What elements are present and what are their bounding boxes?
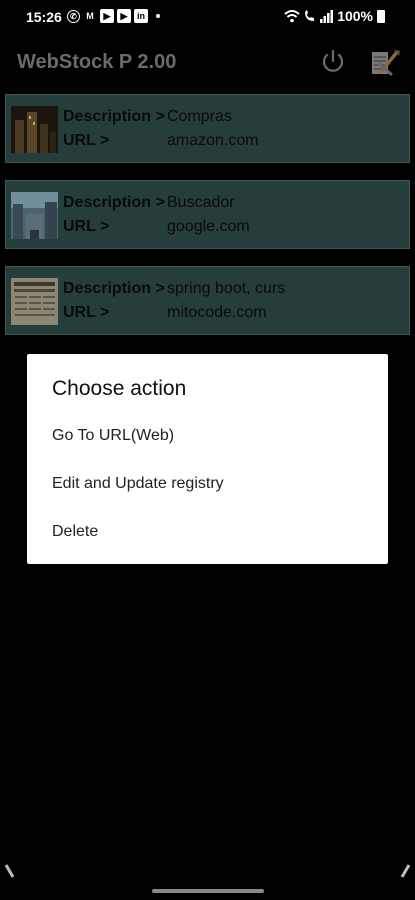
more-notifications-dot xyxy=(156,14,160,18)
power-button[interactable] xyxy=(318,46,348,76)
description-label: Description > xyxy=(63,194,165,211)
dialog-item-label: Delete xyxy=(52,523,99,540)
list-item[interactable]: Description > Buscador URL > google.com xyxy=(5,180,410,249)
call-icon xyxy=(305,9,315,21)
youtube-icon: ▶ xyxy=(100,9,114,23)
gmail-icon: M xyxy=(86,11,94,21)
url-value: mitocode.com xyxy=(167,304,267,321)
entry-url: URL > amazon.com xyxy=(63,132,259,150)
url-value: amazon.com xyxy=(167,132,259,149)
entry-thumbnail xyxy=(11,278,58,325)
choose-action-dialog: Choose action Go To URL(Web) Edit and Up… xyxy=(27,354,388,564)
youtube-icon: ▶ xyxy=(117,9,131,23)
status-time: 15:26 xyxy=(26,9,62,25)
list-item[interactable]: Description > spring boot, curs URL > mito… xyxy=(5,266,410,335)
app-bar: WebStock P 2.00 xyxy=(0,34,415,90)
tools-icon xyxy=(372,50,400,76)
power-icon xyxy=(322,49,344,72)
entry-description: Description > spring boot, curs xyxy=(63,280,285,298)
tools-button[interactable] xyxy=(369,46,403,78)
list-item[interactable]: Description > Compras URL > amazon.com xyxy=(5,94,410,163)
url-label: URL > xyxy=(63,304,110,321)
description-value: Buscador xyxy=(167,194,235,211)
url-value: google.com xyxy=(167,218,250,235)
dialog-item-delete[interactable]: Delete xyxy=(27,512,388,552)
entry-description: Description > Compras xyxy=(63,108,232,126)
notification-icons: ✆ M ▶ ▶ in xyxy=(67,9,160,23)
description-value: Compras xyxy=(167,108,232,125)
linkedin-icon: in xyxy=(134,9,148,23)
battery-icon xyxy=(377,9,385,23)
home-gesture-bar[interactable] xyxy=(152,889,264,893)
dialog-item-go-to-url[interactable]: Go To URL(Web) xyxy=(27,416,388,456)
url-label: URL > xyxy=(63,218,110,235)
wifi-icon xyxy=(284,9,300,22)
description-label: Description > xyxy=(63,108,165,125)
description-label: Description > xyxy=(63,280,165,297)
signal-icon xyxy=(320,9,334,23)
url-label: URL > xyxy=(63,132,110,149)
status-right: 100% xyxy=(284,8,385,24)
entry-url: URL > mitocode.com xyxy=(63,304,267,322)
entry-url: URL > google.com xyxy=(63,218,250,236)
dialog-item-label: Go To URL(Web) xyxy=(52,427,175,444)
entry-description: Description > Buscador xyxy=(63,194,235,212)
entry-thumbnail xyxy=(11,192,58,239)
dialog-item-label: Edit and Update registry xyxy=(52,475,224,492)
entry-thumbnail xyxy=(11,106,58,153)
whatsapp-icon: ✆ xyxy=(67,9,80,23)
status-bar: 15:26 ✆ M ▶ ▶ in 100% xyxy=(0,0,415,34)
battery-percent: 100% xyxy=(337,8,373,24)
description-value: spring boot, curs xyxy=(167,280,286,297)
app-title: WebStock P 2.00 xyxy=(17,51,177,73)
dialog-title: Choose action xyxy=(52,377,187,400)
dialog-item-edit-update[interactable]: Edit and Update registry xyxy=(27,464,388,504)
